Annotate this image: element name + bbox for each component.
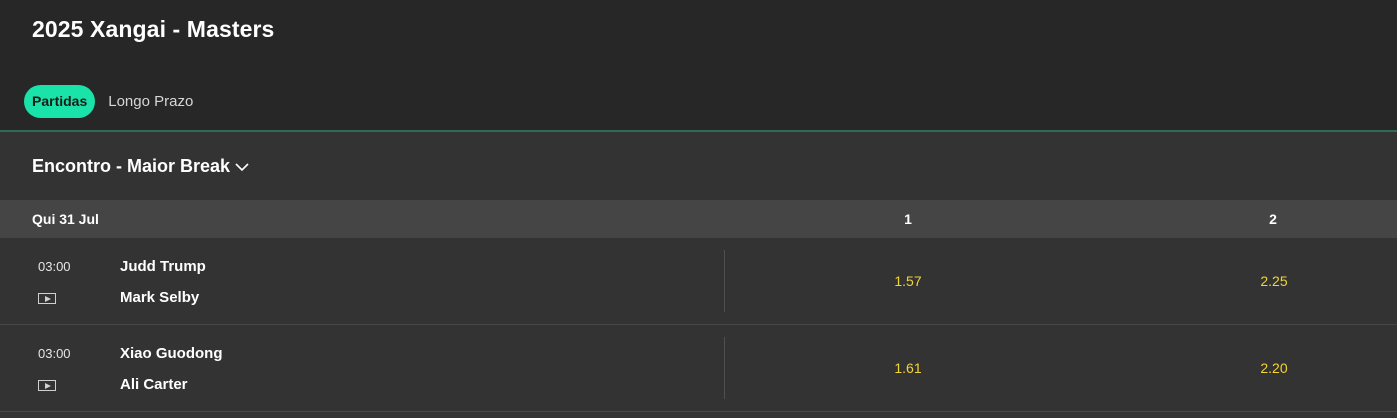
column-header-1: 1 (904, 211, 912, 227)
market-selector: Encontro - Maior Break (0, 132, 1397, 200)
odds-button-1[interactable]: 1.57 (878, 273, 938, 289)
row-divider (724, 250, 725, 312)
odds-button-1[interactable]: 1.61 (878, 360, 938, 376)
player-away: Mark Selby (120, 289, 200, 306)
match-row[interactable]: 03:00 Xiao Guodong Ali Carter 1.61 2.20 (0, 325, 1397, 412)
tab-longo-prazo[interactable]: Longo Prazo (108, 85, 193, 118)
match-row[interactable]: 03:00 Judd Trump Mark Selby 1.57 2.25 (0, 238, 1397, 325)
date-header-row: Qui 31 Jul 1 2 (0, 200, 1397, 238)
player-home: Xiao Guodong (120, 345, 223, 362)
row-divider (724, 337, 725, 399)
sportsbook-page: 2025 Xangai - Masters Partidas Longo Pra… (0, 0, 1397, 418)
market-title-label: Encontro - Maior Break (32, 156, 231, 176)
odds-button-2[interactable]: 2.25 (1244, 273, 1304, 289)
date-label: Qui 31 Jul (32, 211, 99, 227)
column-header-2: 2 (1269, 211, 1277, 227)
chevron-down-icon (235, 163, 249, 172)
match-time: 03:00 (38, 346, 71, 361)
tab-bar: Partidas Longo Prazo (24, 85, 193, 118)
market-dropdown[interactable]: Encontro - Maior Break (32, 156, 249, 177)
live-stream-icon (38, 293, 56, 304)
player-home: Judd Trump (120, 258, 206, 275)
live-stream-icon (38, 380, 56, 391)
odds-button-2[interactable]: 2.20 (1244, 360, 1304, 376)
competition-header: 2025 Xangai - Masters Partidas Longo Pra… (0, 0, 1397, 132)
tab-partidas[interactable]: Partidas (24, 85, 96, 118)
match-time: 03:00 (38, 259, 71, 274)
page-title: 2025 Xangai - Masters (32, 16, 275, 42)
player-away: Ali Carter (120, 376, 188, 393)
